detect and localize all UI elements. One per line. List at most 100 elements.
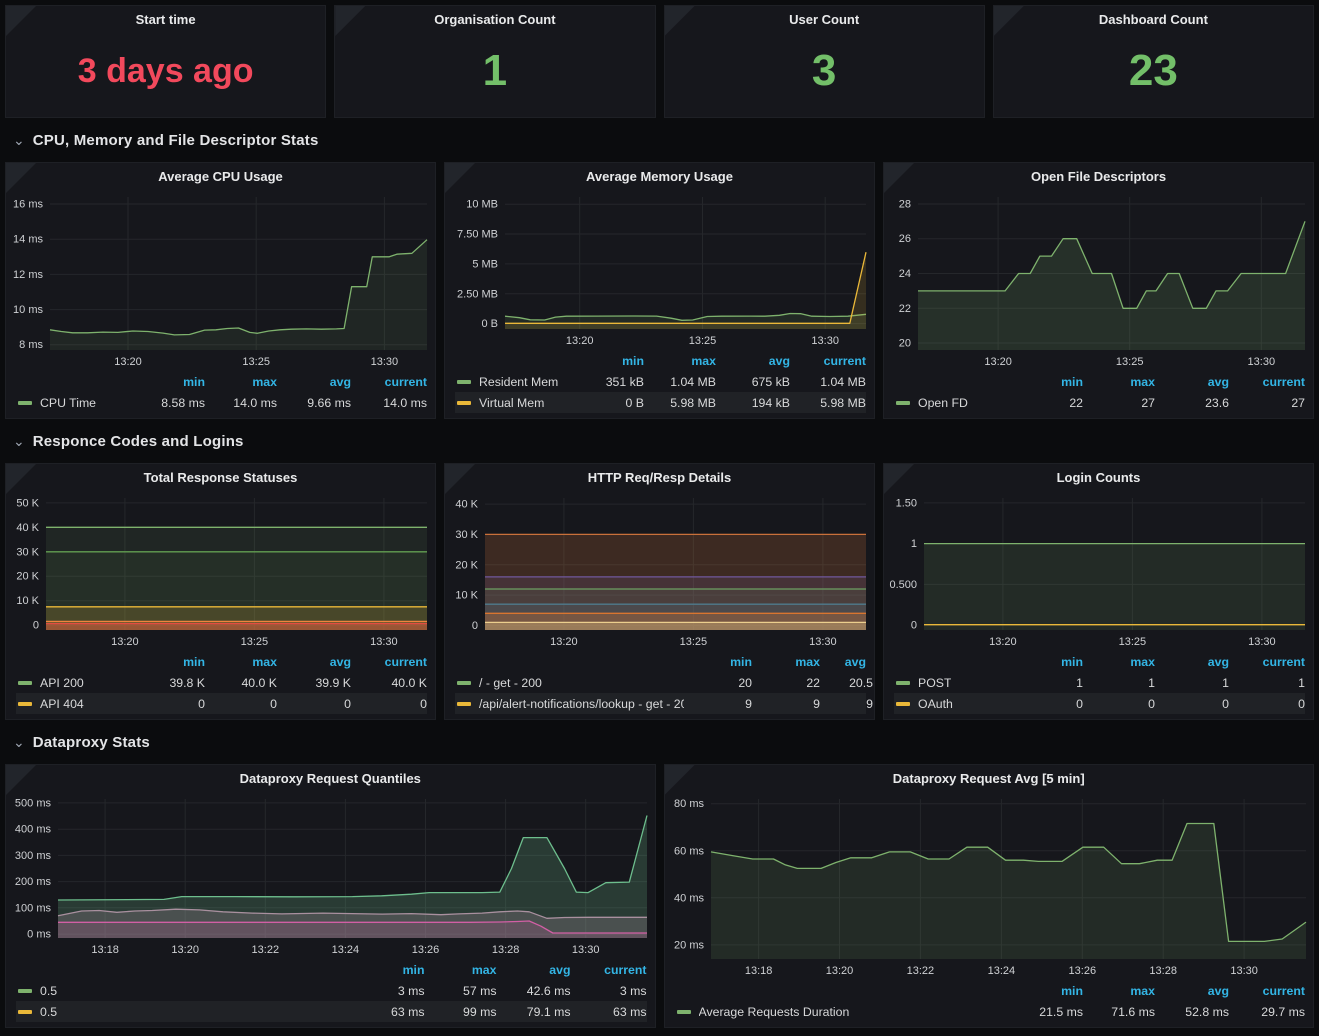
panel-title[interactable]: Average Memory Usage — [445, 163, 874, 190]
legend-row[interactable]: POST 1 1 1 1 — [894, 672, 1305, 693]
series-name[interactable]: 0.5 — [40, 1005, 57, 1019]
section-title[interactable]: Dataproxy Stats — [33, 734, 150, 751]
panel-title[interactable]: HTTP Req/Resp Details — [445, 464, 874, 491]
legend-row[interactable]: / - get - 200 20 22 20.5 — [455, 672, 866, 693]
series-color-swatch[interactable] — [18, 401, 32, 405]
legend-col-max[interactable]: max — [1083, 655, 1155, 669]
panel-title[interactable]: Open File Descriptors — [884, 163, 1313, 190]
legend-col-min[interactable]: min — [1011, 375, 1083, 389]
legend-row[interactable]: API 200 39.8 K 40.0 K 39.9 K 40.0 K — [16, 672, 427, 693]
legend-col-max[interactable]: max — [205, 375, 277, 389]
dataproxy-avg-chart[interactable]: 20 ms40 ms60 ms80 ms13:1813:2013:2213:24… — [665, 792, 1314, 980]
series-name[interactable]: Virtual Mem — [479, 396, 544, 410]
section-row-cpu-memory-fd[interactable]: ⌄ CPU, Memory and File Descriptor Stats — [5, 118, 1314, 162]
legend-col-max[interactable]: max — [425, 963, 497, 977]
legend-row[interactable]: CPU Time 8.58 ms 14.0 ms 9.66 ms 14.0 ms — [16, 392, 427, 413]
series-name[interactable]: API 200 — [40, 676, 84, 690]
series-color-swatch[interactable] — [457, 681, 471, 685]
legend-col-avg[interactable]: avg — [497, 963, 571, 977]
legend-row[interactable]: 0.5 63 ms 99 ms 79.1 ms 63 ms — [16, 1001, 647, 1022]
series-name[interactable]: Average Requests Duration — [699, 1005, 850, 1019]
series-name[interactable]: POST — [918, 676, 951, 690]
series-color-swatch[interactable] — [18, 989, 32, 993]
legend-col-avg[interactable]: avg — [1155, 655, 1229, 669]
memory-usage-chart[interactable]: 0 B2.50 MB5 MB7.50 MB10 MB13:2013:2513:3… — [445, 190, 874, 350]
legend-col-min[interactable]: min — [133, 655, 205, 669]
series-color-swatch[interactable] — [18, 702, 32, 706]
panel-title[interactable]: Dataproxy Request Quantiles — [6, 765, 655, 792]
series-name[interactable]: Resident Mem — [479, 375, 558, 389]
panel-title[interactable]: Start time — [6, 6, 325, 33]
legend-col-avg[interactable]: avg — [1155, 984, 1229, 998]
legend-avg-value: 42.6 ms — [497, 984, 571, 998]
series-name[interactable]: OAuth — [918, 697, 953, 711]
panel-title[interactable]: User Count — [665, 6, 984, 33]
series-color-swatch[interactable] — [896, 401, 910, 405]
legend-col-avg[interactable]: avg — [820, 655, 866, 669]
panel-title[interactable]: Login Counts — [884, 464, 1313, 491]
login-counts-chart[interactable]: 00.50011.5013:2013:2513:30 — [884, 491, 1313, 651]
panel-dataproxy-request-avg: i Dataproxy Request Avg [5 min] 20 ms40 … — [664, 764, 1315, 1028]
section-row-dataproxy[interactable]: ⌄ Dataproxy Stats — [5, 720, 1314, 764]
legend-col-min[interactable]: min — [1011, 984, 1083, 998]
legend-col-current[interactable]: current — [351, 375, 427, 389]
series-color-swatch[interactable] — [677, 1010, 691, 1014]
series-name[interactable]: API 404 — [40, 697, 84, 711]
series-name[interactable]: 0.5 — [40, 984, 57, 998]
section-title[interactable]: CPU, Memory and File Descriptor Stats — [33, 132, 319, 149]
series-color-swatch[interactable] — [18, 681, 32, 685]
legend-avg-value: 39.9 K — [277, 676, 351, 690]
legend-col-max[interactable]: max — [205, 655, 277, 669]
http-details-chart[interactable]: 010 K20 K30 K40 K13:2013:2513:30 — [445, 491, 874, 651]
panel-title[interactable]: Total Response Statuses — [6, 464, 435, 491]
legend-col-current[interactable]: current — [351, 655, 427, 669]
legend-col-max[interactable]: max — [752, 655, 820, 669]
series-name[interactable]: / - get - 200 — [479, 676, 542, 690]
legend-row[interactable]: OAuth 0 0 0 0 — [894, 693, 1305, 714]
legend-col-current[interactable]: current — [790, 354, 866, 368]
series-color-swatch[interactable] — [896, 681, 910, 685]
legend-col-max[interactable]: max — [1083, 375, 1155, 389]
series-color-swatch[interactable] — [896, 702, 910, 706]
series-name[interactable]: CPU Time — [40, 396, 96, 410]
cpu-usage-chart[interactable]: 8 ms10 ms12 ms14 ms16 ms13:2013:2513:30 — [6, 190, 435, 371]
series-color-swatch[interactable] — [18, 1010, 32, 1014]
series-color-swatch[interactable] — [457, 380, 471, 384]
legend-col-max[interactable]: max — [1083, 984, 1155, 998]
legend-col-min[interactable]: min — [684, 655, 752, 669]
open-fd-chart[interactable]: 202224262813:2013:2513:30 — [884, 190, 1313, 371]
series-color-swatch[interactable] — [457, 401, 471, 405]
legend-col-min[interactable]: min — [572, 354, 644, 368]
legend-row[interactable]: Average Requests Duration 21.5 ms 71.6 m… — [675, 1001, 1306, 1022]
panel-title[interactable]: Organisation Count — [335, 6, 654, 33]
legend-row[interactable]: Resident Mem 351 kB 1.04 MB 675 kB 1.04 … — [455, 371, 866, 392]
series-color-swatch[interactable] — [457, 702, 471, 706]
legend-col-avg[interactable]: avg — [1155, 375, 1229, 389]
legend-row[interactable]: 0.5 3 ms 57 ms 42.6 ms 3 ms — [16, 980, 647, 1001]
section-title[interactable]: Responce Codes and Logins — [33, 433, 244, 450]
legend-col-current[interactable]: current — [1229, 655, 1305, 669]
legend-col-current[interactable]: current — [1229, 984, 1305, 998]
legend-row[interactable]: /api/alert-notifications/lookup - get - … — [455, 693, 866, 714]
svg-text:300 ms: 300 ms — [15, 850, 52, 862]
dataproxy-quantiles-chart[interactable]: 0 ms100 ms200 ms300 ms400 ms500 ms13:181… — [6, 792, 655, 959]
legend-col-min[interactable]: min — [1011, 655, 1083, 669]
section-row-response-codes[interactable]: ⌄ Responce Codes and Logins — [5, 419, 1314, 463]
legend-col-current[interactable]: current — [1229, 375, 1305, 389]
panel-title[interactable]: Dashboard Count — [994, 6, 1313, 33]
panel-title[interactable]: Dataproxy Request Avg [5 min] — [665, 765, 1314, 792]
series-name[interactable]: Open FD — [918, 396, 968, 410]
legend-col-avg[interactable]: avg — [277, 655, 351, 669]
legend-row[interactable]: Virtual Mem 0 B 5.98 MB 194 kB 5.98 MB — [455, 392, 866, 413]
legend-col-avg[interactable]: avg — [277, 375, 351, 389]
legend-col-current[interactable]: current — [571, 963, 647, 977]
panel-title[interactable]: Average CPU Usage — [6, 163, 435, 190]
legend-col-avg[interactable]: avg — [716, 354, 790, 368]
legend-col-max[interactable]: max — [644, 354, 716, 368]
legend-col-min[interactable]: min — [133, 375, 205, 389]
legend-row[interactable]: Open FD 22 27 23.6 27 — [894, 392, 1305, 413]
legend-col-min[interactable]: min — [353, 963, 425, 977]
legend-row[interactable]: API 404 0 0 0 0 — [16, 693, 427, 714]
response-statuses-chart[interactable]: 010 K20 K30 K40 K50 K13:2013:2513:30 — [6, 491, 435, 651]
series-name[interactable]: /api/alert-notifications/lookup - get - … — [479, 697, 684, 711]
